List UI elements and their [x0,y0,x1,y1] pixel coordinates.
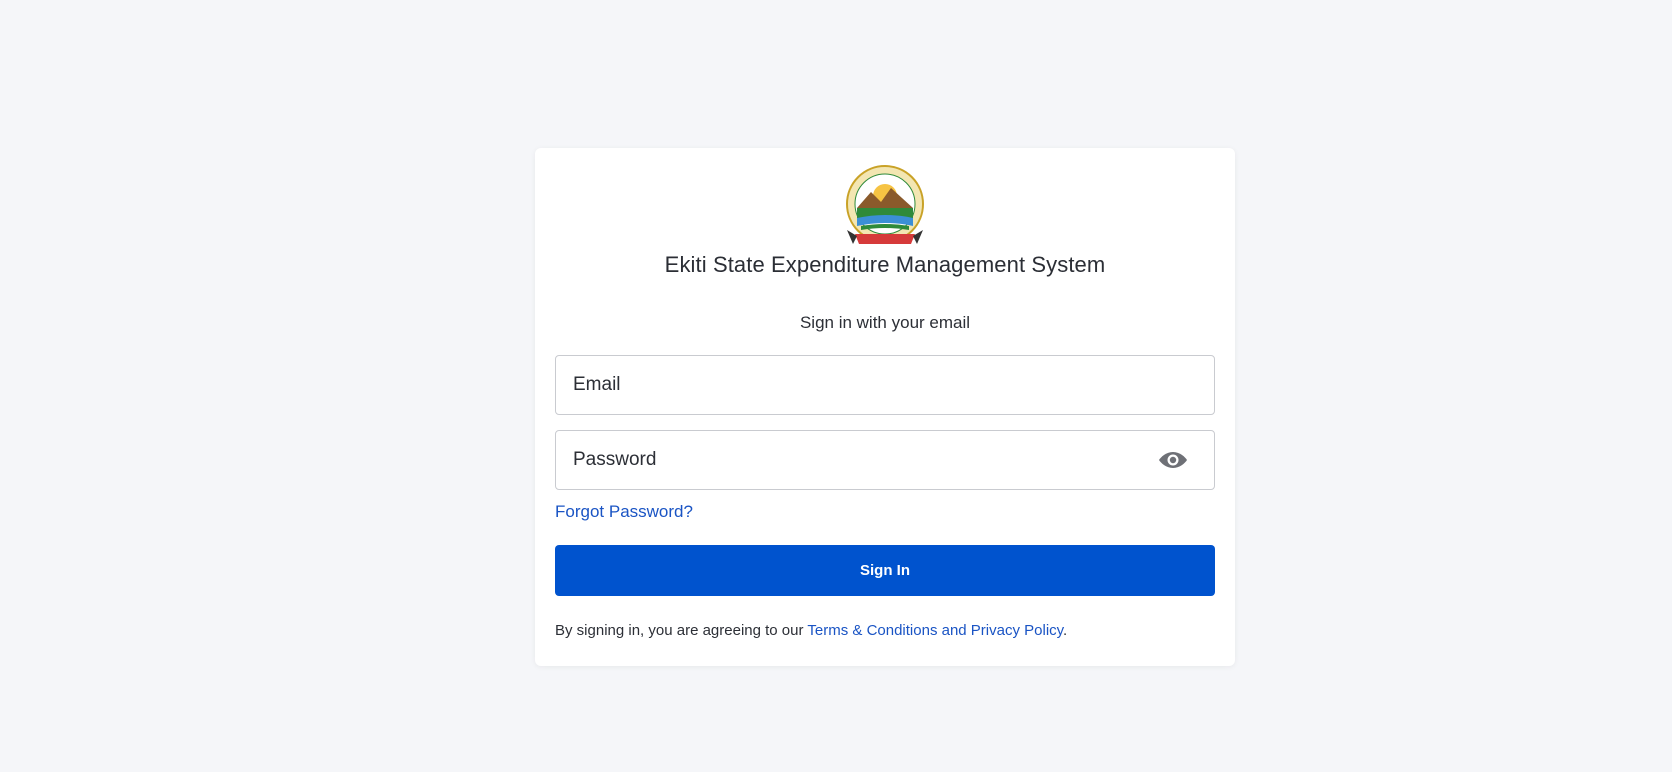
terms-notice: By signing in, you are agreeing to our T… [555,622,1067,639]
terms-prefix: By signing in, you are agreeing to our [555,622,808,639]
terms-suffix: . [1063,622,1068,639]
sign-in-button[interactable]: Sign In [555,545,1215,596]
page-title: Ekiti State Expenditure Management Syste… [664,252,1106,277]
eye-icon[interactable] [1158,448,1188,472]
password-field-wrapper [555,430,1215,490]
page-subtitle: Sign in with your email [799,313,971,332]
password-field[interactable] [556,431,1214,489]
email-field-wrapper [555,355,1215,415]
email-field[interactable] [556,356,1214,414]
forgot-password-link[interactable]: Forgot Password? [555,502,693,522]
login-card: Ekiti State Expenditure Management Syste… [535,148,1235,666]
terms-privacy-link[interactable]: Terms & Conditions and Privacy Policy [807,622,1063,639]
state-seal-logo [846,165,924,244]
